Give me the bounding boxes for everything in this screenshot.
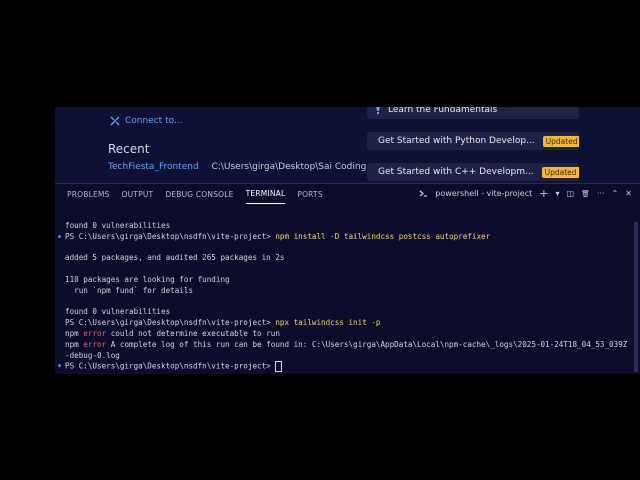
remote-connection-icon — [110, 116, 120, 126]
tab-ports[interactable]: PORTS — [297, 185, 322, 204]
walkthrough-fundamentals[interactable]: Learn the Fundamentals — [367, 107, 579, 119]
terminal-line: -debug-0.log — [65, 351, 635, 362]
recent-item-name[interactable]: TechFiesta_Frontend — [108, 162, 199, 172]
updated-badge: Updated — [541, 166, 579, 178]
terminal-line: npm error A complete log of this run can… — [65, 340, 635, 351]
walkthrough-cpp[interactable]: C Get Started with C++ Developm... Updat… — [367, 163, 579, 181]
terminal-text: found 0 vulnerabilities — [65, 307, 171, 317]
terminal-text: 110 packages are looking for funding — [65, 274, 230, 284]
terminal-npm-tag: npm — [65, 339, 84, 349]
shell-name[interactable]: powershell - vite-project — [435, 189, 532, 198]
lightbulb-icon — [376, 107, 380, 114]
terminal-error-text: could not determine executable to run — [106, 328, 280, 338]
tab-output[interactable]: OUTPUT — [122, 185, 154, 204]
terminal-text: added 5 packages, and audited 265 packag… — [65, 253, 285, 263]
terminal-cursor — [275, 361, 283, 373]
terminal-output[interactable]: found 0 vulnerabilities ● PS C:\Users\girg… — [58, 221, 635, 373]
vscode-window: Connect to... Recent TechFiesta_Frontend… — [0, 107, 640, 374]
tab-problems[interactable]: PROBLEMS — [67, 185, 110, 204]
close-panel-icon[interactable]: ✕ — [625, 189, 632, 198]
terminal-prompt: PS C:\Users\girga\Desktop\nsdfn\vite-pro… — [65, 361, 276, 371]
add-terminal-icon[interactable]: + — [539, 187, 548, 200]
terminal-line: added 5 packages, and audited 265 packag… — [65, 253, 635, 264]
more-actions-icon[interactable]: ··· — [597, 189, 605, 198]
bottom-panel: PROBLEMS OUTPUT DEBUG CONSOLE TERMINAL P… — [55, 183, 640, 374]
terminal-line: run `npm fund` for details — [65, 286, 635, 297]
connect-to-label: Connect to... — [125, 116, 183, 126]
split-terminal-icon[interactable]: ◫ — [567, 189, 575, 198]
terminal-line: PS C:\Users\girga\Desktop\nsdfn\vite-pro… — [65, 318, 635, 329]
walkthrough-label: Get Started with Python Develop... — [378, 136, 535, 146]
updated-badge: Updated — [542, 135, 579, 147]
terminal-npm-tag: npm — [65, 328, 84, 338]
terminal-scrollbar[interactable] — [634, 222, 638, 372]
recent-item-path: C:\Users\girga\Desktop\Sai Coding — [211, 162, 367, 172]
terminal-toolbar: powershell - vite-project + ▾ ◫ 🗑 ··· ⌃ … — [419, 187, 632, 200]
terminal-prompt: PS C:\Users\girga\Desktop\nsdfn\vite-pro… — [65, 231, 276, 241]
terminal-command: npx tailwindcss init -p — [275, 318, 381, 328]
walkthrough-python[interactable]: Get Started with Python Develop... Updat… — [367, 132, 579, 150]
tab-terminal[interactable]: TERMINAL — [245, 184, 286, 204]
terminal-error-tag: error — [83, 328, 107, 338]
terminal-text: run `npm fund` for details — [65, 285, 194, 295]
terminal-command: npm install -D tailwindcss postcss autop… — [275, 231, 491, 241]
maximize-panel-icon[interactable]: ⌃ — [612, 189, 619, 198]
welcome-page: Connect to... Recent TechFiesta_Frontend… — [55, 107, 640, 183]
connect-to-link[interactable]: Connect to... — [110, 116, 183, 126]
terminal-line: found 0 vulnerabilities — [65, 221, 635, 232]
walkthrough-label: Get Started with C++ Developm... — [378, 167, 534, 177]
terminal-text: found 0 vulnerabilities — [65, 221, 171, 230]
terminal-line: found 0 vulnerabilities — [65, 307, 635, 318]
recent-item[interactable]: TechFiesta_Frontend C:\Users\girga\Deskt… — [108, 162, 366, 172]
trash-icon[interactable]: 🗑 — [581, 190, 590, 198]
terminal-line: ● PS C:\Users\girga\Desktop\nsdfn\vite-pr… — [58, 231, 635, 243]
terminal-line: 110 packages are looking for funding — [65, 275, 635, 286]
terminal-prompt: PS C:\Users\girga\Desktop\nsdfn\vite-pro… — [65, 318, 276, 328]
recent-heading: Recent — [108, 142, 150, 156]
walkthrough-label: Learn the Fundamentals — [388, 107, 498, 115]
terminal-error-tag: error — [83, 339, 107, 349]
terminal-icon — [419, 190, 428, 197]
terminal-text: -debug-0.log — [65, 350, 120, 360]
terminal-line: npm error could not determine executable… — [65, 329, 635, 340]
terminal-error-text: A complete log of this run can be found … — [106, 339, 628, 349]
command-decoration-icon[interactable]: ● — [58, 232, 61, 243]
command-decoration-icon[interactable]: ● — [58, 361, 61, 372]
terminal-line: ● PS C:\Users\girga\Desktop\nsdfn\vite-pr… — [58, 361, 635, 373]
chevron-down-icon[interactable]: ▾ — [555, 189, 559, 198]
tab-debug-console[interactable]: DEBUG CONSOLE — [165, 185, 233, 204]
